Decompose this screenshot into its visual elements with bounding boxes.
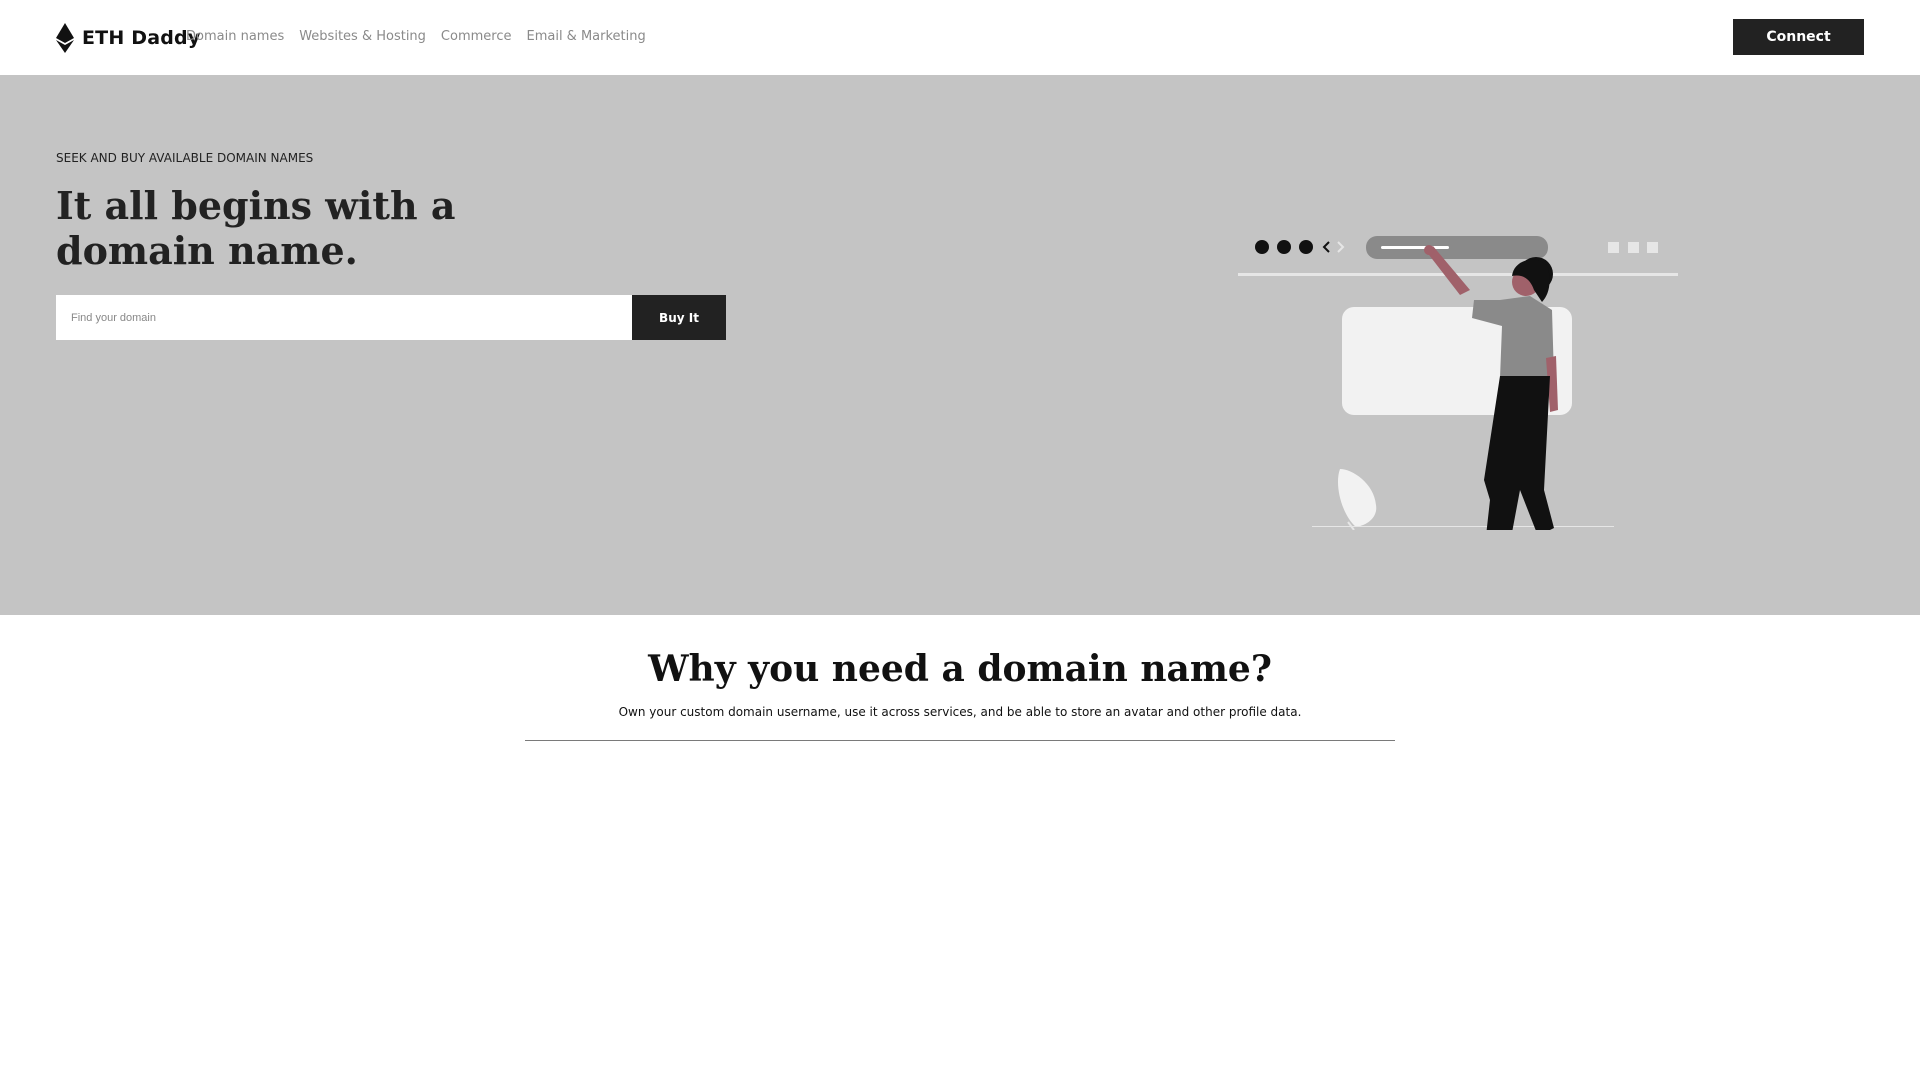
nav-link-domain-names[interactable]: Domain names [186,29,284,44]
nav-link-websites-hosting[interactable]: Websites & Hosting [299,29,426,44]
hero-eyebrow: SEEK AND BUY AVAILABLE DOMAIN NAMES [56,151,314,165]
why-section-text: Own your custom domain username, use it … [618,705,1302,719]
brand-name: ETH Daddy [82,27,201,49]
connect-button[interactable]: Connect [1733,19,1864,55]
ground-line-shape [1312,526,1614,527]
ethereum-logo-icon [56,23,74,53]
brand[interactable]: ETH Daddy [56,22,200,54]
domain-search-input[interactable] [56,295,632,340]
section-divider [525,740,1395,741]
nav-links: Domain names Websites & Hosting Commerce… [186,29,661,44]
hero-title: It all begins with a domain name. [56,183,456,273]
browser-forward-arrow-icon [1337,241,1345,253]
url-bar-line-shape [1381,246,1449,249]
hero-section: SEEK AND BUY AVAILABLE DOMAIN NAMES It a… [0,75,1920,615]
browser-window-controls-icon [1608,242,1658,253]
nav-link-email-marketing[interactable]: Email & Marketing [526,29,645,44]
top-navbar: ETH Daddy Domain names Websites & Hostin… [0,0,1920,75]
browser-back-arrow-icon [1322,241,1330,253]
buy-it-button[interactable]: Buy It [632,295,726,340]
plant-leaf-icon [1337,469,1377,527]
woman-browser-illustration [1238,236,1678,530]
browser-divider-shape [1238,273,1678,276]
why-section-title: Why you need a domain name? [648,648,1272,690]
browser-window-dots-icon [1255,240,1313,254]
nav-link-commerce[interactable]: Commerce [441,29,512,44]
